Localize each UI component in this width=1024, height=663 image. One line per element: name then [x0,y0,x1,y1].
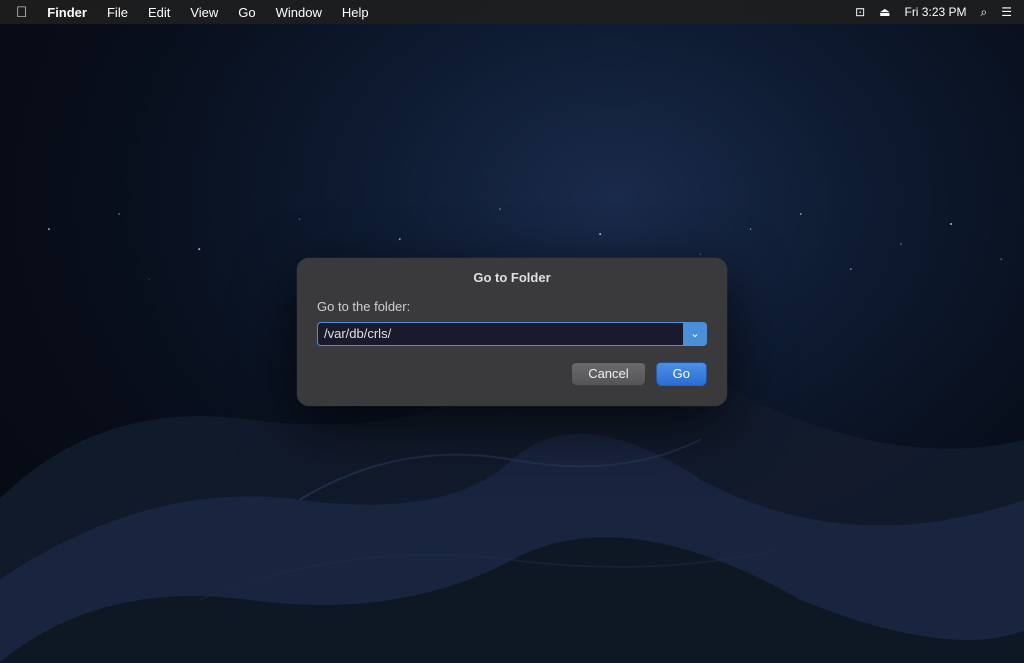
folder-label: Go to the folder: [317,299,707,314]
desktop:  Finder File Edit View Go Window Help ⊡… [0,0,1024,663]
folder-path-input[interactable] [317,322,683,346]
dropdown-chevron-icon[interactable]: ⌄ [683,322,707,346]
dialog-title: Go to Folder [473,270,550,285]
input-row: ⌄ [317,322,707,346]
modal-body: Go to the folder: ⌄ Cancel Go [297,295,727,406]
go-to-folder-dialog: Go to Folder Go to the folder: ⌄ Cancel … [297,258,727,406]
modal-overlay: Go to Folder Go to the folder: ⌄ Cancel … [0,0,1024,663]
modal-title-bar: Go to Folder [297,258,727,295]
dialog-buttons: Cancel Go [317,362,707,386]
cancel-button[interactable]: Cancel [571,362,645,386]
go-button[interactable]: Go [656,362,707,386]
